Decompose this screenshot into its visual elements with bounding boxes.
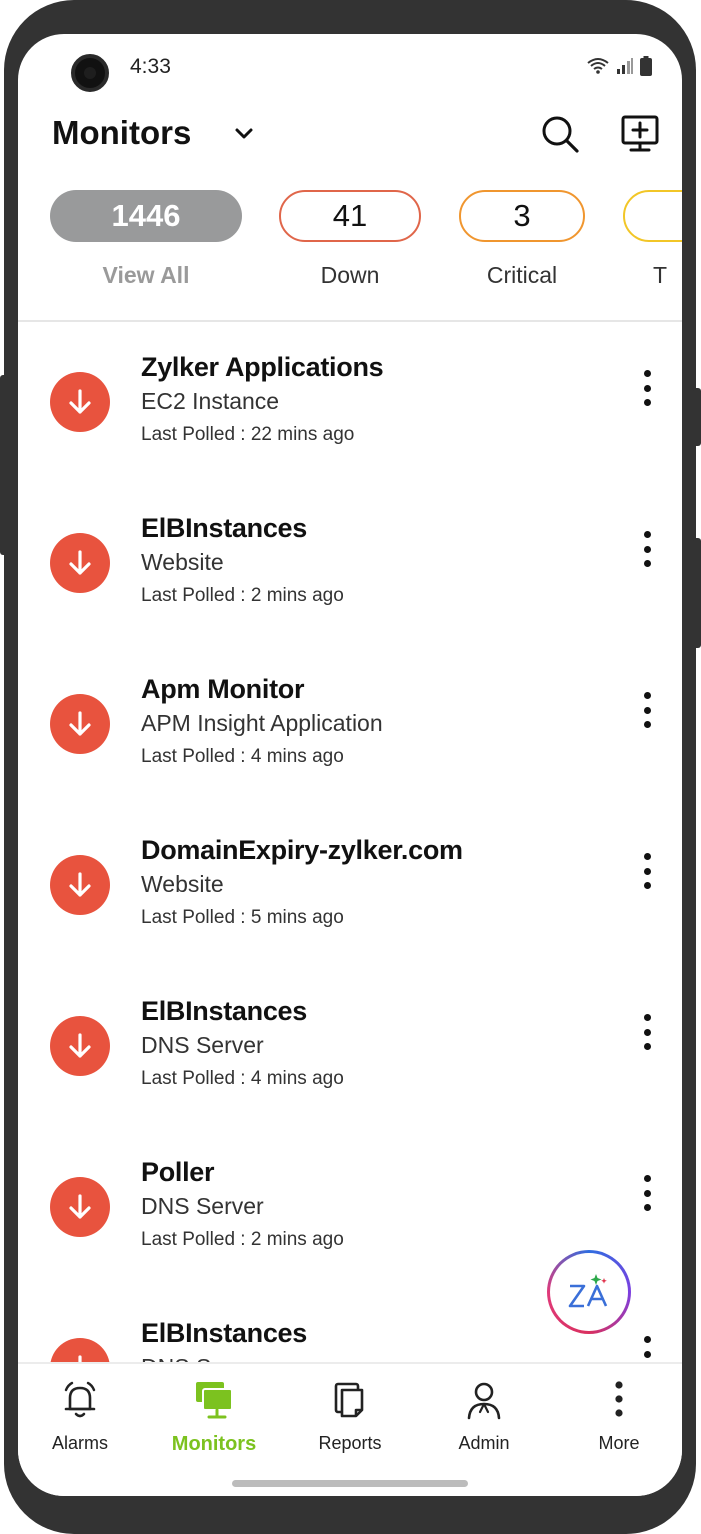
down-arrow-icon [50,1016,110,1076]
nav-label: Admin [458,1433,510,1453]
side-button-top [693,388,701,446]
battery-icon [640,56,652,76]
monitor-type: Website [141,549,224,575]
chevron-down-icon[interactable] [232,122,256,146]
app-header: Monitors [18,104,682,174]
monitor-name: ElBInstances [141,996,307,1026]
list-item[interactable]: DomainExpiry-zylker.com Website Last Pol… [18,805,682,966]
filter-label: View All [102,262,190,288]
nav-label: Alarms [51,1433,108,1453]
status-time: 4:33 [130,55,171,78]
search-icon[interactable] [538,112,582,156]
monitor-name: ElBInstances [141,513,307,543]
monitor-type: DNS Server [141,1193,264,1219]
down-arrow-icon [50,533,110,593]
last-polled: Last Polled : 4 mins ago [141,1068,344,1089]
more-vertical-icon [615,1381,623,1417]
filter-label: Down [320,262,380,288]
filter-count: 41 [279,190,421,242]
down-arrow-icon [50,1338,110,1362]
more-vertical-icon[interactable] [632,849,662,893]
more-vertical-icon[interactable] [632,1171,662,1215]
status-filters: 1446 View All 41 Down 3 Critical T [18,184,682,304]
filter-critical[interactable]: 3 Critical [459,190,585,289]
last-polled: Last Polled : 2 mins ago [141,1229,344,1250]
down-arrow-icon [50,372,110,432]
filter-count [623,190,682,242]
nav-reports[interactable]: Reports [290,1378,410,1454]
nav-monitors[interactable]: Monitors [154,1378,274,1456]
list-item[interactable]: ElBInstances DNS Server Last Polled : 4 … [18,966,682,1127]
down-arrow-icon [50,1177,110,1237]
more-vertical-icon[interactable] [632,688,662,732]
monitor-type: DNS Server [141,1032,264,1058]
wifi-icon [587,58,609,74]
monitor-type: Website [141,871,224,897]
filter-view-all[interactable]: 1446 View All [50,190,242,289]
bell-icon [64,1381,96,1418]
nav-more[interactable]: More [559,1378,679,1454]
monitors-icon [196,1382,233,1419]
nav-label: Monitors [171,1433,257,1455]
monitor-name: Poller [141,1157,215,1187]
nav-alarms[interactable]: Alarms [20,1378,140,1454]
zia-assistant-button[interactable] [547,1250,631,1334]
filter-label: Critical [486,262,558,288]
monitor-type: EC2 Instance [141,388,280,414]
user-icon [467,1382,501,1420]
last-polled: Last Polled : 5 mins ago [141,907,344,928]
monitor-name: Zylker Applications [141,352,384,382]
more-vertical-icon[interactable] [632,1332,662,1362]
list-item[interactable]: ElBInstances Website Last Polled : 2 min… [18,483,682,644]
nav-label: More [598,1433,640,1453]
monitor-list[interactable]: Zylker Applications EC2 Instance Last Po… [18,322,682,1362]
bottom-navigation: Alarms Monitors Reports Admin More [18,1362,682,1496]
nav-admin[interactable]: Admin [424,1378,544,1454]
filter-trouble[interactable]: T [623,190,682,289]
more-vertical-icon[interactable] [632,527,662,571]
monitor-type: APM Insight Application [141,710,383,736]
reports-icon [334,1382,364,1418]
monitor-name: Apm Monitor [141,674,305,704]
filter-count: 1446 [50,190,242,242]
power-button [693,538,701,648]
down-arrow-icon [50,855,110,915]
last-polled: Last Polled : 4 mins ago [141,746,344,767]
list-item[interactable]: Zylker Applications EC2 Instance Last Po… [18,322,682,483]
page-title[interactable]: Monitors [52,114,191,152]
monitor-type: DNS Server [141,1354,264,1362]
app-screen: 4:33 Monitors 1446 View All 41 Down 3 Cr… [18,34,682,1496]
monitor-name: ElBInstances [141,1318,307,1348]
last-polled: Last Polled : 22 mins ago [141,424,355,445]
monitor-name: DomainExpiry-zylker.com [141,835,463,865]
last-polled: Last Polled : 2 mins ago [141,585,344,606]
volume-button [0,375,8,555]
nav-label: Reports [318,1433,382,1453]
zia-icon [550,1253,628,1331]
filter-down[interactable]: 41 Down [279,190,421,289]
front-camera [71,54,109,92]
add-monitor-icon[interactable] [618,112,662,156]
filter-label: T [653,262,668,288]
signal-icon [617,58,633,74]
more-vertical-icon[interactable] [632,366,662,410]
status-bar: 4:33 [18,34,682,104]
home-indicator[interactable] [232,1480,468,1487]
more-vertical-icon[interactable] [632,1010,662,1054]
status-icons [586,56,652,76]
filter-count: 3 [459,190,585,242]
down-arrow-icon [50,694,110,754]
list-item[interactable]: Apm Monitor APM Insight Application Last… [18,644,682,805]
